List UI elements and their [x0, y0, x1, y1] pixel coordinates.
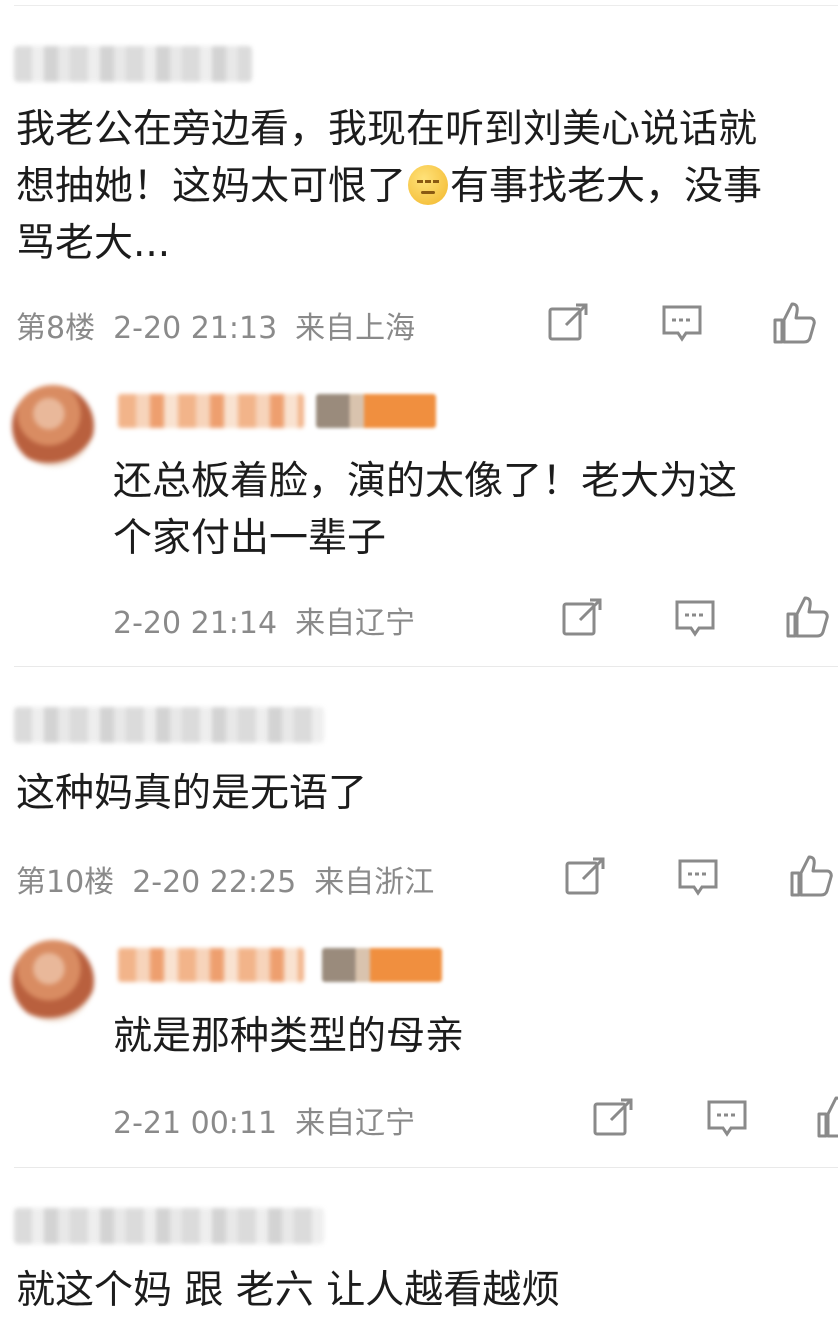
thumbs-up-icon[interactable]: [772, 300, 816, 344]
thumbs-up-icon[interactable]: [785, 594, 829, 638]
comment-meta: 第10楼 2-20 22:25 来自浙江: [16, 857, 452, 901]
thumbs-up-icon[interactable]: [816, 1094, 838, 1138]
thumbs-up-icon[interactable]: [789, 853, 833, 897]
blurred-user-badge: [322, 948, 442, 982]
comment-time: 2-20 22:25: [132, 865, 297, 900]
comment-bubble-icon[interactable]: [705, 1096, 749, 1140]
reply-text-line: 就是那种类型的母亲: [113, 1014, 465, 1059]
smiling-face-emoji-icon: [408, 165, 449, 205]
comment-bubble-icon[interactable]: [676, 855, 720, 899]
reply-meta: 2-20 21:14 来自辽宁: [113, 598, 433, 642]
comment-location: 来自浙江: [314, 865, 435, 900]
comment-text-line: 骂老大...: [16, 221, 171, 266]
reply-location: 来自辽宁: [295, 606, 416, 641]
blurred-reply-username[interactable]: [118, 948, 304, 982]
comment-meta: 第8楼 2-20 21:13 来自上海: [16, 303, 433, 347]
avatar[interactable]: [12, 940, 94, 1022]
reply-time: 2-21 00:11: [113, 1106, 278, 1141]
reply-time: 2-20 21:14: [113, 606, 278, 641]
comment-text-segment: 想抽她！这妈太可恨了: [16, 164, 407, 209]
comment-text-segment: 有事找老大，没事: [450, 164, 763, 209]
comment-text-line: 就这个妈 跟 老六 让人越看越烦: [16, 1268, 561, 1313]
comment-bubble-icon[interactable]: [660, 301, 704, 345]
blurred-user-badge: [316, 394, 436, 428]
blurred-username[interactable]: [14, 707, 324, 743]
comment-location: 来自上海: [295, 311, 416, 346]
comment-text-line: 我老公在旁边看，我现在听到刘美心说话就: [16, 107, 758, 152]
share-edit-icon[interactable]: [560, 596, 604, 640]
top-divider: [14, 5, 838, 6]
floor-number: 第8楼: [16, 311, 96, 346]
blurred-username[interactable]: [14, 46, 252, 82]
comment-text-line: 想抽她！这妈太可恨了 有事找老大，没事: [16, 158, 838, 215]
share-edit-icon[interactable]: [591, 1096, 635, 1140]
share-edit-icon[interactable]: [563, 855, 607, 899]
blurred-username[interactable]: [14, 1208, 324, 1244]
comment-text-line: 这种妈真的是无语了: [16, 771, 368, 816]
blurred-reply-username[interactable]: [118, 394, 304, 428]
reply-text-line: 还总板着脸，演的太像了！老大为这: [113, 459, 738, 504]
floor-number: 第10楼: [16, 865, 115, 900]
comment-bubble-icon[interactable]: [673, 596, 717, 640]
reply-meta: 2-21 00:11 来自辽宁: [113, 1098, 433, 1142]
share-edit-icon[interactable]: [546, 301, 590, 345]
comment-separator: [14, 1167, 838, 1168]
comment-time: 2-20 21:13: [113, 311, 278, 346]
avatar[interactable]: [12, 385, 94, 467]
reply-location: 来自辽宁: [295, 1106, 416, 1141]
comment-separator: [14, 666, 838, 667]
reply-text-line: 个家付出一辈子: [113, 516, 387, 561]
